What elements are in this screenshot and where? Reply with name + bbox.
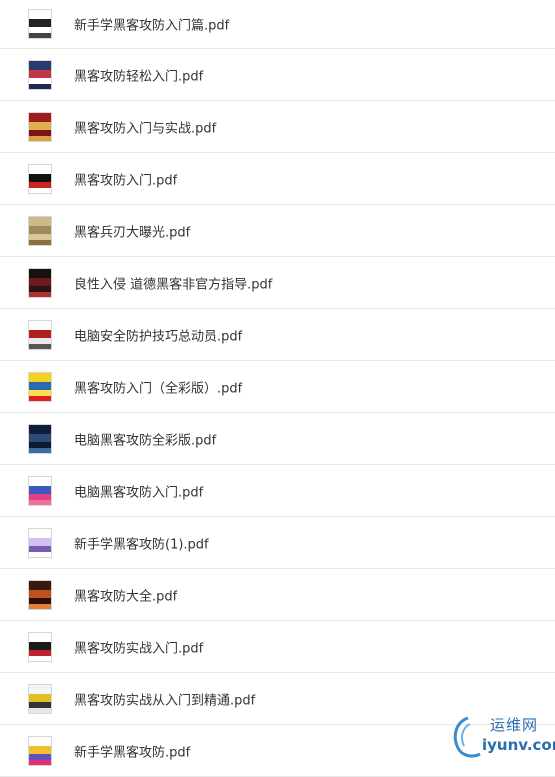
- pdf-cover-thumbnail-icon: [29, 320, 51, 349]
- file-row[interactable]: 黑客攻防轻松入门.pdf: [0, 49, 555, 101]
- file-name: 黑客攻防入门与实战.pdf: [74, 121, 217, 136]
- file-name: 电脑黑客攻防入门.pdf: [74, 485, 204, 500]
- file-row[interactable]: 良性入侵 道德黑客非官方指导.pdf: [0, 257, 555, 309]
- file-name: 黑客攻防实战入门.pdf: [74, 641, 204, 656]
- pdf-cover-thumbnail-icon: [29, 580, 51, 609]
- file-name: 新手学黑客攻防入门篇.pdf: [74, 18, 230, 34]
- file-row[interactable]: 电脑安全防护技巧总动员.pdf: [0, 309, 555, 361]
- file-row[interactable]: 黑客攻防入门（全彩版）.pdf: [0, 361, 555, 413]
- pdf-cover-thumbnail-icon: [29, 268, 51, 297]
- file-name: 黑客攻防实战从入门到精通.pdf: [74, 693, 256, 708]
- file-name: 黑客攻防入门.pdf: [74, 173, 178, 188]
- file-row[interactable]: 新手学黑客攻防(1).pdf: [0, 517, 555, 569]
- file-row[interactable]: 黑客攻防入门.pdf: [0, 153, 555, 205]
- file-row[interactable]: 黑客攻防大全.pdf: [0, 569, 555, 621]
- pdf-cover-thumbnail-icon: [29, 528, 51, 557]
- file-row[interactable]: 电脑黑客攻防全彩版.pdf: [0, 413, 555, 465]
- file-name: 电脑黑客攻防全彩版.pdf: [74, 433, 217, 448]
- watermark-url: iyunv.com: [482, 736, 555, 754]
- swoosh-logo-icon: [453, 716, 481, 758]
- file-name: 黑客攻防轻松入门.pdf: [74, 69, 204, 84]
- file-name: 良性入侵 道德黑客非官方指导.pdf: [74, 277, 273, 292]
- file-name: 黑客兵刃大曝光.pdf: [74, 225, 191, 240]
- pdf-cover-thumbnail-icon: [29, 476, 51, 505]
- file-name: 新手学黑客攻防.pdf: [74, 745, 191, 760]
- pdf-cover-thumbnail-icon: [29, 424, 51, 453]
- file-row[interactable]: 黑客兵刃大曝光.pdf: [0, 205, 555, 257]
- file-name: 电脑安全防护技巧总动员.pdf: [74, 329, 243, 344]
- pdf-cover-thumbnail-icon: [29, 216, 51, 245]
- file-row[interactable]: 电脑黑客攻防入门.pdf: [0, 465, 555, 517]
- file-list: 新手学黑客攻防入门篇.pdf 黑客攻防轻松入门.pdf 黑客攻防入门与实战.pdf 黑…: [0, 0, 555, 777]
- file-row[interactable]: 黑客攻防实战入门.pdf: [0, 621, 555, 673]
- pdf-cover-thumbnail-icon: [29, 164, 51, 193]
- pdf-cover-thumbnail-icon: [29, 372, 51, 401]
- file-name: 黑客攻防大全.pdf: [74, 589, 178, 604]
- file-row[interactable]: 黑客攻防入门与实战.pdf: [0, 101, 555, 153]
- file-row[interactable]: 新手学黑客攻防入门篇.pdf: [0, 0, 555, 49]
- file-name: 新手学黑客攻防(1).pdf: [74, 537, 209, 552]
- site-watermark: 运维网 iyunv.com: [450, 712, 555, 762]
- pdf-cover-thumbnail-icon: [29, 10, 51, 38]
- watermark-title: 运维网: [490, 716, 539, 734]
- pdf-cover-thumbnail-icon: [29, 60, 51, 89]
- pdf-cover-thumbnail-icon: [29, 632, 51, 661]
- pdf-cover-thumbnail-icon: [29, 736, 51, 765]
- file-name: 黑客攻防入门（全彩版）.pdf: [74, 381, 243, 396]
- pdf-cover-thumbnail-icon: [29, 684, 51, 713]
- pdf-cover-thumbnail-icon: [29, 112, 51, 141]
